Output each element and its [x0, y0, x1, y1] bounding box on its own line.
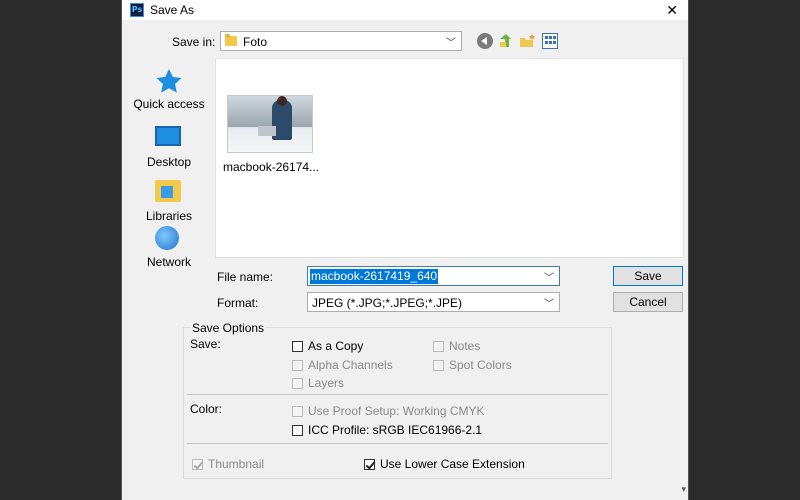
format-value: JPEG (*.JPG;*.JPEG;*.JPE) [312, 296, 463, 310]
file-thumbnail[interactable] [227, 95, 313, 153]
place-quick-access[interactable]: Quick access [132, 68, 206, 111]
divider [187, 443, 608, 444]
dialog-title: Save As [150, 3, 195, 17]
layers-checkbox[interactable]: Layers [292, 376, 344, 390]
file-name-field-label: File name: [217, 270, 274, 284]
file-name-input[interactable]: macbook-2617419_640 ﹀ [307, 266, 560, 286]
network-icon [155, 226, 179, 250]
save-as-dialog: Ps Save As ✕ Save in: Foto ﹀ Quick acces… [121, 0, 689, 500]
place-desktop[interactable]: Desktop [132, 126, 206, 169]
save-in-value: Foto [243, 35, 268, 49]
view-menu-icon[interactable] [542, 33, 558, 49]
photoshop-icon: Ps [130, 3, 144, 17]
back-icon[interactable] [477, 33, 493, 49]
file-list[interactable]: macbook-26174... [215, 58, 684, 258]
format-dropdown[interactable]: JPEG (*.JPG;*.JPEG;*.JPE) ﹀ [307, 292, 560, 312]
file-name-value[interactable]: macbook-2617419_640 [310, 269, 439, 284]
close-button[interactable]: ✕ [666, 0, 678, 20]
file-name-label[interactable]: macbook-26174... [223, 160, 319, 174]
libraries-icon [155, 180, 181, 202]
format-label: Format: [217, 296, 259, 310]
star-icon [155, 68, 183, 94]
up-folder-icon[interactable] [498, 33, 514, 49]
cancel-button[interactable]: Cancel [613, 292, 683, 312]
icc-profile-checkbox[interactable]: ICC Profile: sRGB IEC61966-2.1 [292, 423, 482, 437]
use-proof-setup-checkbox[interactable]: Use Proof Setup: Working CMYK [292, 404, 485, 418]
place-label: Libraries [145, 209, 193, 223]
save-in-label: Save in: [172, 35, 216, 49]
place-label: Network [146, 255, 191, 269]
title-bar: Ps Save As ✕ [122, 0, 688, 20]
save-button[interactable]: Save [613, 266, 683, 286]
folder-icon [225, 34, 237, 46]
place-libraries[interactable]: Libraries [132, 180, 206, 223]
notes-checkbox[interactable]: Notes [433, 339, 480, 353]
place-network[interactable]: Network [132, 226, 206, 269]
chevron-down-icon[interactable]: ﹀ [544, 295, 554, 310]
divider [187, 394, 608, 395]
thumbnail-checkbox[interactable]: Thumbnail [192, 457, 264, 471]
desktop-icon [155, 126, 181, 146]
save-label: Save: [190, 337, 221, 351]
scroll-down-icon[interactable]: ▾ [681, 484, 686, 495]
chevron-down-icon[interactable]: ﹀ [544, 269, 554, 284]
lowercase-extension-checkbox[interactable]: Use Lower Case Extension [364, 457, 525, 471]
as-a-copy-checkbox[interactable]: As a Copy [292, 339, 363, 353]
spot-colors-checkbox[interactable]: Spot Colors [433, 358, 512, 372]
save-options-title: Save Options [190, 321, 267, 335]
place-label: Desktop [146, 155, 192, 169]
color-label: Color: [190, 402, 223, 416]
alpha-channels-checkbox[interactable]: Alpha Channels [292, 358, 393, 372]
place-label: Quick access [133, 97, 205, 111]
chevron-down-icon[interactable]: ﹀ [446, 34, 456, 49]
new-folder-icon[interactable] [519, 33, 535, 49]
save-in-dropdown[interactable]: Foto ﹀ [220, 31, 462, 51]
